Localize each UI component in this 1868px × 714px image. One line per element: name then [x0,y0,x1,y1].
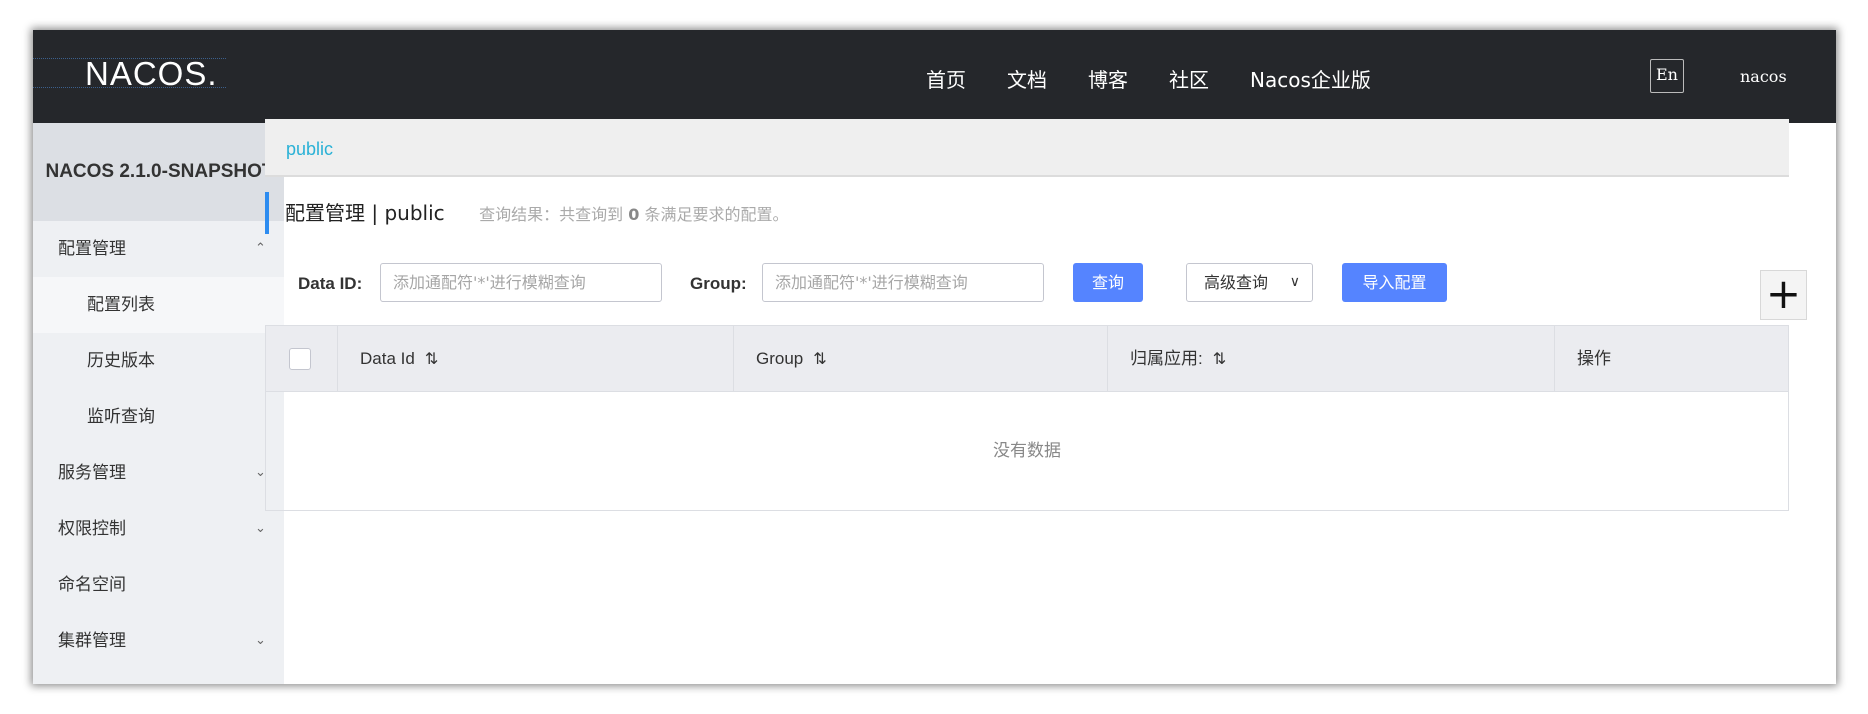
import-config-button[interactable]: 导入配置 [1342,263,1447,302]
config-table: Data Id ⇅ Group ⇅ 归属应用: ⇅ 操作 没有数据 [265,325,1789,511]
chevron-down-icon: ⌄ [255,633,266,648]
sidebar-item-label: 命名空间 [58,575,126,595]
sort-icon[interactable]: ⇅ [425,351,438,368]
sidebar-item-namespace[interactable]: 命名空间 [33,557,284,613]
sidebar-item-history[interactable]: 历史版本 [33,333,284,389]
column-header-operations: 操作 [1577,349,1611,368]
sort-icon[interactable]: ⇅ [1213,351,1226,368]
chevron-down-icon: ∨ [1289,274,1300,290]
sidebar-item-label: 历史版本 [87,351,155,371]
sidebar-item-cluster-management[interactable]: 集群管理 ⌄ [33,613,284,669]
user-name[interactable]: nacos [1740,67,1787,86]
group-label: Group: [690,274,747,293]
page-title: 配置管理 | public [285,201,445,225]
sidebar-item-label: 权限控制 [58,519,126,539]
column-header-group[interactable]: Group ⇅ [734,326,1108,392]
data-id-label: Data ID: [298,274,363,293]
nav-blog[interactable]: 博客 [1088,64,1128,93]
nav-community[interactable]: 社区 [1169,64,1209,93]
plus-icon[interactable]: + [1760,270,1807,320]
sort-icon[interactable]: ⇅ [813,351,826,368]
sidebar-item-service-management[interactable]: 服务管理 ⌄ [33,445,284,501]
group-input[interactable] [762,263,1044,302]
nav-home[interactable]: 首页 [926,64,966,93]
nav-docs[interactable]: 文档 [1007,64,1047,93]
table-header: Data Id ⇅ Group ⇅ 归属应用: ⇅ 操作 [266,326,1788,392]
namespace-link-public[interactable]: public [286,139,333,160]
nav-enterprise[interactable]: Nacos企业版 [1250,64,1371,93]
sidebar-item-label: 监听查询 [87,407,155,427]
sidebar-item-access-control[interactable]: 权限控制 ⌄ [33,501,284,557]
sidebar-item-label: 集群管理 [58,631,126,651]
column-header-app[interactable]: 归属应用: ⇅ [1108,326,1555,392]
select-all-checkbox[interactable] [289,348,311,370]
sidebar-item-listener-query[interactable]: 监听查询 [33,389,284,445]
sidebar-item-label: 服务管理 [58,463,126,483]
query-result-text: 查询结果：共查询到 0 条满足要求的配置。 [479,205,789,224]
nacos-logo[interactable]: NACOS. [85,57,225,90]
sidebar-version-title: NACOS 2.1.0-SNAPSHOT [33,123,284,221]
namespace-bar: public [265,119,1789,177]
sidebar-item-label: 配置管理 [58,239,126,259]
sidebar-item-config-management[interactable]: 配置管理 ⌃ [33,221,284,277]
sidebar-item-config-list[interactable]: 配置列表 [33,277,284,333]
column-header-data-id[interactable]: Data Id ⇅ [338,326,734,392]
top-navbar: NACOS. 首页 文档 博客 社区 Nacos企业版 En nacos [33,30,1836,123]
search-button[interactable]: 查询 [1073,263,1143,302]
page-title-bar: 配置管理 | public 查询结果：共查询到 0 条满足要求的配置。 [265,192,788,234]
data-id-input[interactable] [380,263,662,302]
advanced-search-label: 高级查询 [1204,273,1269,292]
query-result-count: 0 [628,205,640,224]
sidebar: NACOS 2.1.0-SNAPSHOT 配置管理 ⌃ 配置列表 历史版本 监听… [33,123,284,684]
language-toggle-button[interactable]: En [1650,59,1684,93]
advanced-search-button[interactable]: 高级查询 ∨ [1186,263,1313,302]
sidebar-item-label: 配置列表 [87,295,155,315]
select-all-cell [266,326,338,392]
empty-table-message: 没有数据 [993,441,1061,461]
